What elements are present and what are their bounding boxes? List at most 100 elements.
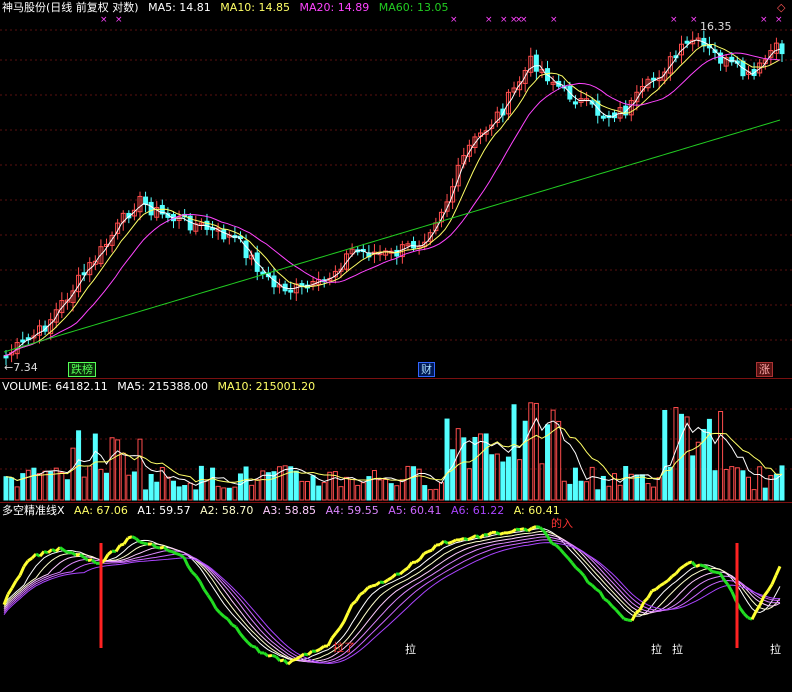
badge-cai[interactable]: 财: [418, 362, 435, 377]
volume-bar: [489, 454, 495, 501]
volume-pane[interactable]: VOLUME: 64182.11 MA5: 215388.00 MA10: 21…: [0, 379, 792, 502]
indicator-aa-line: [27, 556, 33, 563]
volume-bar: [394, 485, 400, 501]
indicator-aa-line: [531, 525, 537, 530]
volume-bar: [595, 489, 601, 501]
indicator-aa-line: [107, 549, 113, 556]
indicator-aa-line: [439, 539, 445, 546]
volume-bar: [433, 488, 439, 501]
volume-bar: [511, 404, 517, 501]
volume-bar: [254, 479, 260, 501]
volume-bar: [500, 461, 506, 501]
indicator-aa-line: [507, 530, 513, 535]
volume-bar: [237, 473, 243, 501]
indicator-aa-line: [558, 547, 566, 555]
indicator-aa-line: [423, 550, 429, 555]
a4-value: A4: 59.55: [325, 504, 379, 517]
indicator-aa-line: [430, 544, 438, 552]
indicator-line-a2: [3, 530, 781, 662]
indicator-aa-line: [351, 599, 357, 606]
indicator-aa-line: [251, 644, 257, 649]
volume-bar: [249, 484, 255, 501]
volume-bar: [729, 466, 735, 501]
volume-bar: [662, 409, 668, 501]
indicator-aa-line: [295, 655, 301, 661]
volume-bar: [215, 485, 221, 501]
indicator-aa-line: [338, 620, 346, 629]
volume-legend: VOLUME: 64182.11 MA5: 215388.00 MA10: 21…: [2, 381, 321, 393]
price-chart[interactable]: × × × × × ××× × × × × ×: [0, 0, 792, 378]
indicator-aa-line: [718, 572, 726, 581]
indicator-aa-line: [578, 570, 586, 577]
volume-bar: [388, 483, 394, 501]
indicator-aa-line: [695, 563, 701, 568]
indicator-aa-line: [182, 556, 190, 567]
volume-bar: [762, 487, 768, 501]
signal-cross: ×: [500, 15, 508, 25]
badge-dieban[interactable]: 跌榜: [68, 362, 96, 377]
indicator-aa-line: [618, 613, 626, 620]
diamond-icon[interactable]: ◇: [777, 1, 785, 14]
indicator-aa-line: [271, 653, 277, 659]
volume-bar: [143, 489, 149, 501]
indicator-aa-line: [122, 537, 130, 545]
indicator-aa-line: [326, 637, 334, 647]
volume-bar: [505, 456, 511, 501]
volume-bar: [746, 476, 752, 501]
indicator-chart[interactable]: [0, 503, 792, 692]
volume-bar: [422, 485, 428, 501]
volume-bar: [59, 471, 65, 501]
volume-chart[interactable]: [0, 379, 792, 502]
ma5-value: MA5: 14.81: [148, 1, 211, 14]
indicator-aa-line: [582, 574, 590, 584]
indicator-aa-line: [371, 583, 377, 588]
badge-zhang[interactable]: 涨: [756, 362, 773, 377]
indicator-aa-line: [391, 572, 397, 579]
volume-bar: [338, 486, 344, 501]
volume-bar: [232, 486, 238, 501]
volume-bar: [344, 476, 350, 501]
volume-bar: [556, 420, 562, 501]
indicator-aa-line: [671, 572, 677, 578]
indicator-aa-line: [155, 545, 161, 550]
candle-body: [533, 54, 539, 72]
indicator-aa-line: [179, 553, 185, 559]
indicator-pane[interactable]: 多空精准线X AA: 67.06 A1: 59.57 A2: 58.70 A3:…: [0, 503, 792, 692]
volume-bar: [606, 485, 612, 501]
volume-bar: [472, 436, 478, 501]
ma60-value: MA60: 13.05: [378, 1, 449, 14]
candle-body: [143, 196, 149, 205]
indicator-aa-line: [306, 649, 314, 656]
indicator-aa-line: [415, 557, 421, 564]
volume-bar: [316, 485, 322, 501]
signal-cross: ×: [550, 15, 558, 25]
volume-bar: [137, 438, 143, 501]
indicator-aa-line: [562, 552, 570, 559]
indicator-aa-line: [623, 617, 629, 622]
indicator-aa-line: [238, 632, 246, 640]
volume-bar: [667, 466, 673, 501]
volume-bar: [115, 439, 121, 501]
signal-la-2: 拉: [651, 643, 662, 656]
signal-lale: 拉了: [333, 641, 355, 654]
ma5-line: [3, 39, 781, 357]
indicator-aa-line: [519, 527, 525, 532]
vol-ma10-value: MA10: 215001.20: [217, 380, 316, 393]
indicator-aa-line: [134, 537, 142, 544]
indicator-aa-line: [159, 545, 165, 550]
signal-cross: ×: [115, 15, 123, 25]
volume-bar: [327, 471, 333, 501]
price-pane[interactable]: × × × × × × × × × × × × × 神马股份(日线 前复权 对数) MA5: 14.81…: [0, 0, 792, 378]
high-price-label: 16.35: [700, 20, 732, 33]
a5-value: A5: 60.41: [388, 504, 442, 517]
indicator-aa-line: [218, 611, 226, 618]
volume-bar: [383, 478, 389, 501]
volume-bar: [712, 470, 718, 501]
vol-ma5-value: MA5: 215388.00: [117, 380, 208, 393]
signal-cross: ×: [450, 15, 458, 25]
ma20-value: MA20: 14.89: [299, 1, 370, 14]
indicator-aa-line: [246, 641, 254, 648]
indicator-aa-line: [274, 655, 282, 662]
volume-bar: [466, 468, 472, 501]
indicator-aa-line: [606, 600, 614, 608]
